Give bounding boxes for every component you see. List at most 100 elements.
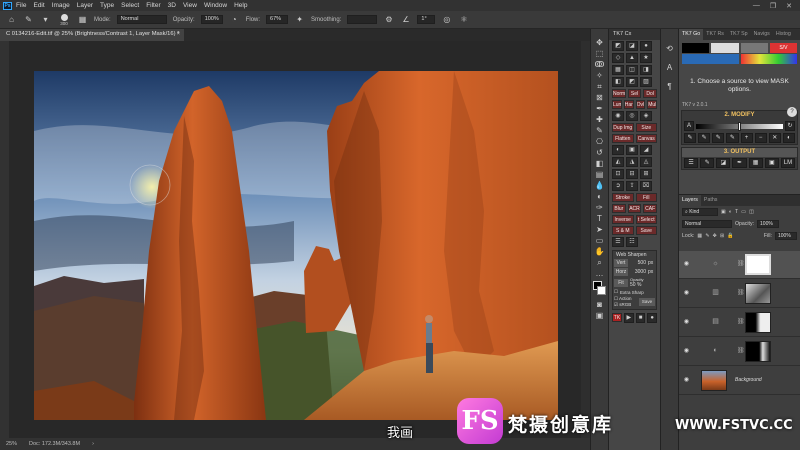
- quick-mask-icon[interactable]: ◙: [594, 299, 606, 310]
- output-lm-button[interactable]: LM: [780, 158, 795, 168]
- source-blue-chip[interactable]: [682, 54, 739, 64]
- modify-minus-icon[interactable]: −: [754, 133, 767, 143]
- modify-plus-icon[interactable]: +: [740, 133, 753, 143]
- close-document-button[interactable]: ×: [177, 31, 180, 37]
- cx-icon-10[interactable]: ◧: [612, 77, 624, 87]
- canvas-button[interactable]: Canvas: [635, 134, 657, 143]
- norm-sel-button[interactable]: Norm Sel: [612, 89, 626, 98]
- cx-icon-7[interactable]: ▦: [612, 65, 624, 75]
- lock-move-icon[interactable]: ✥: [713, 233, 717, 239]
- cx-icon-1[interactable]: ◩: [612, 41, 624, 51]
- source-black-chip[interactable]: [682, 43, 710, 53]
- source-sv-chip[interactable]: S/V: [769, 43, 797, 53]
- gradient-tool-icon[interactable]: ▤: [594, 169, 606, 180]
- eye-icon[interactable]: ◉: [683, 319, 690, 326]
- ovl-button[interactable]: Ovl: [635, 100, 646, 109]
- airbrush-icon[interactable]: ✦: [294, 14, 305, 25]
- cx-icon-26[interactable]: ⇪: [626, 181, 638, 191]
- record-icon[interactable]: ●: [647, 313, 658, 323]
- cx-icon-14[interactable]: ◎: [626, 111, 638, 121]
- chevron-right-icon[interactable]: ›: [92, 441, 94, 447]
- cx-icon-18[interactable]: ◢: [640, 145, 652, 155]
- cx-icon-21[interactable]: ◬: [640, 157, 652, 167]
- source-white-chip[interactable]: [711, 43, 739, 53]
- lum-button[interactable]: Lum: [612, 100, 622, 109]
- fill-field[interactable]: 100%: [775, 232, 797, 240]
- cx-icon-20[interactable]: ◮: [626, 157, 638, 167]
- modify-brush-3-icon[interactable]: ✎: [712, 133, 725, 143]
- more-tools-icon[interactable]: …: [594, 268, 606, 279]
- play-icon[interactable]: ▶: [624, 313, 634, 323]
- lock-artboard-icon[interactable]: ⊞: [720, 233, 724, 239]
- horz-value[interactable]: 3000: [630, 269, 646, 275]
- cx-icon-17[interactable]: ▣: [626, 145, 638, 155]
- inverse-button[interactable]: Inverse: [612, 215, 634, 224]
- eye-icon[interactable]: ◉: [683, 261, 690, 268]
- cx-icon-4[interactable]: ◇: [612, 53, 624, 63]
- output-mask-icon[interactable]: ▦: [748, 158, 763, 168]
- menu-help[interactable]: Help: [234, 2, 247, 9]
- output-image-icon[interactable]: ▣: [764, 158, 779, 168]
- tab-tk7-go[interactable]: TK7 Go: [679, 29, 704, 40]
- zoom-level[interactable]: 25%: [6, 441, 17, 447]
- tab-paths[interactable]: Paths: [701, 195, 721, 206]
- caf-button[interactable]: CAF: [643, 204, 658, 213]
- layer-opacity-field[interactable]: 100%: [757, 220, 780, 228]
- document-size[interactable]: Doc: 172.3M/343.8M: [29, 441, 80, 447]
- eye-icon[interactable]: ◉: [683, 377, 690, 384]
- pen-tool-icon[interactable]: ✑: [594, 202, 606, 213]
- cx-icon-15[interactable]: ◈: [640, 111, 652, 121]
- cx-icon-19[interactable]: ◭: [612, 157, 624, 167]
- layer-row[interactable]: ◉ Background: [679, 367, 800, 395]
- tk-logo-button[interactable]: TK: [612, 313, 622, 322]
- modify-slider[interactable]: [696, 121, 783, 131]
- gear-icon[interactable]: ⚙: [383, 14, 394, 25]
- modify-a-icon[interactable]: A: [684, 121, 694, 131]
- vert-button[interactable]: Vert: [614, 259, 628, 267]
- type-tool-icon[interactable]: T: [594, 213, 606, 224]
- mul-button[interactable]: Mul: [647, 100, 657, 109]
- source-color-chip[interactable]: [740, 54, 797, 64]
- brush-tool-icon[interactable]: ✎: [594, 125, 606, 136]
- crop-tool-icon[interactable]: ⌗: [594, 81, 606, 92]
- opacity-field[interactable]: 100%: [200, 15, 223, 24]
- filter-adjust-icon[interactable]: ◐: [729, 209, 732, 215]
- tab-histogram[interactable]: Histog: [773, 29, 794, 40]
- path-select-tool-icon[interactable]: ➤: [594, 224, 606, 235]
- shape-tool-icon[interactable]: ▭: [594, 235, 606, 246]
- background-thumbnail[interactable]: [701, 370, 727, 391]
- save-button[interactable]: Save: [635, 226, 657, 235]
- menu-type[interactable]: Type: [100, 2, 114, 9]
- menu-file[interactable]: File: [16, 2, 26, 9]
- modify-brush-1-icon[interactable]: ✎: [684, 133, 697, 143]
- brush-tool-icon[interactable]: ✎: [23, 14, 34, 25]
- layer-row[interactable]: ◉ ▥ ⛓: [679, 280, 800, 308]
- modify-reset-icon[interactable]: ↻: [785, 121, 795, 131]
- cx-icon-3[interactable]: ●: [640, 41, 652, 51]
- eraser-tool-icon[interactable]: ◧: [594, 158, 606, 169]
- modify-brush-2-icon[interactable]: ✎: [698, 133, 711, 143]
- tab-navigator[interactable]: Navigs: [751, 29, 773, 40]
- cx-icon-24[interactable]: ⊞: [640, 169, 652, 179]
- menu-window[interactable]: Window: [204, 2, 227, 9]
- cx-icon-28[interactable]: ☰: [612, 237, 624, 247]
- menu-edit[interactable]: Edit: [33, 2, 44, 9]
- screen-mode-icon[interactable]: ▣: [594, 310, 606, 321]
- cx-icon-29[interactable]: ☷: [626, 237, 638, 247]
- blur-button[interactable]: Blur: [612, 204, 626, 213]
- size-button[interactable]: Size: [635, 123, 657, 132]
- vert-value[interactable]: 500: [630, 260, 646, 266]
- blend-mode-select[interactable]: Normal: [682, 220, 732, 228]
- background-layer-name[interactable]: Background: [735, 377, 762, 383]
- filter-smart-icon[interactable]: ◫: [749, 209, 754, 215]
- filter-shape-icon[interactable]: ▭: [741, 209, 746, 215]
- layer-mask-thumbnail[interactable]: [745, 312, 771, 333]
- srgb-option[interactable]: ☑ sRGB: [614, 302, 632, 308]
- history-panel-icon[interactable]: ⟲: [664, 43, 676, 54]
- tab-tk7-sp[interactable]: TK7 Sp: [727, 29, 751, 40]
- menu-filter[interactable]: Filter: [146, 2, 160, 9]
- clone-stamp-tool-icon[interactable]: ⎔: [594, 136, 606, 147]
- tab-layers[interactable]: Layers: [679, 195, 701, 206]
- cx-icon-27[interactable]: ⌧: [640, 181, 652, 191]
- cx-icon-13[interactable]: ◉: [612, 111, 624, 121]
